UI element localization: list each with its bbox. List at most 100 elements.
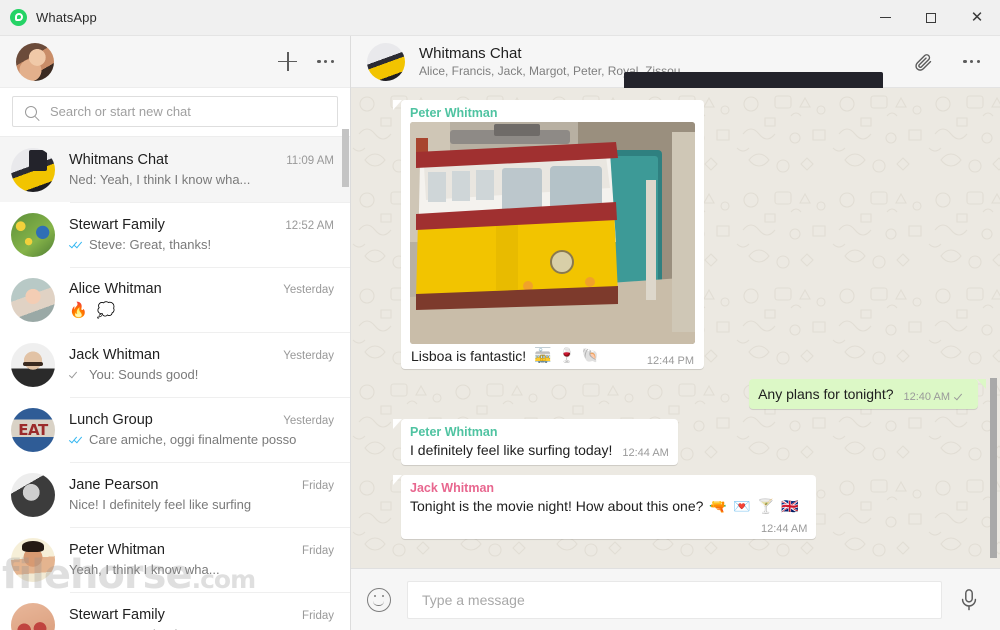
chat-list-item-body: Stewart FamilyFridaySteve: Great, thanks… [69, 607, 338, 630]
maximize-button[interactable] [908, 0, 954, 36]
message-scrollbar[interactable] [990, 88, 997, 568]
chat-timestamp: Yesterday [283, 415, 334, 427]
chat-list-item-body: Jack Whitman Yesterday You: Sounds good! [68, 347, 338, 382]
chat-preview: Steve: Great, thanks! [89, 237, 212, 252]
chat-preview: Care amiche, oggi finalmente posso [89, 432, 297, 447]
chat-preview: Yeah, I think I know wha... [69, 562, 220, 577]
chat-list-item[interactable]: Stewart Family 12:52 AM Steve: Great, than… [0, 202, 350, 267]
chat-name: Jane Pearson [69, 477, 159, 493]
message-caption-emoji: 🚋 🍷 🐚 [534, 348, 601, 364]
ellipsis-icon[interactable] [963, 54, 980, 69]
composer: Type a message [351, 568, 1000, 630]
chat-timestamp: Friday [302, 545, 334, 557]
chat-list-item-top: Lunch Group Yesterday [69, 412, 334, 428]
avatar [11, 342, 55, 387]
app-title: WhatsApp [36, 10, 97, 25]
chat-timestamp: 11:09 AM [286, 155, 334, 167]
avatar [11, 277, 55, 322]
sidebar-scrollbar-thumb[interactable] [342, 129, 349, 187]
chat-list-item[interactable]: Whitmans Chat 11:09 AM Ned: Yeah, I think … [0, 137, 350, 202]
chat-list-item[interactable]: Lunch Group Yesterday Care amiche, oggi fi… [0, 397, 350, 462]
message-row: Any plans for tonight? 12:40 AM [401, 379, 986, 409]
chat-name: Jack Whitman [69, 347, 161, 363]
chat-name: Lunch Group [69, 412, 153, 428]
message-text-content: Tonight is the movie night! How about th… [410, 497, 704, 514]
chat-list-item[interactable]: Jane Pearson Friday Nice! I definitely fee… [0, 462, 350, 527]
minimize-icon [879, 17, 891, 18]
ellipsis-icon[interactable] [317, 54, 334, 69]
avatar [11, 472, 55, 517]
chat-list-item-body: Lunch Group Yesterday Care amiche, oggi fi… [68, 412, 338, 447]
chat-list-item-top: Peter Whitman Friday [69, 542, 334, 558]
outgoing-message-bubble[interactable]: Any plans for tonight? 12:40 AM [749, 379, 986, 409]
chat-list[interactable]: Whitmans Chat 11:09 AM Ned: Yeah, I think … [0, 137, 350, 630]
avatar[interactable] [16, 42, 54, 81]
message-caption: Lisboa is fantastic! [411, 348, 527, 364]
chat-list-item-top: Jane Pearson Friday [69, 477, 334, 493]
conversation-pane: Whitmans Chat Alice, Francis, Jack, Marg… [351, 36, 1000, 630]
minimize-button[interactable] [862, 0, 908, 36]
close-icon: ✕ [970, 8, 984, 26]
chat-preview: Ned: Yeah, I think I know wha... [69, 172, 251, 187]
message-scrollbar-thumb[interactable] [990, 378, 997, 558]
message-text-content: Any plans for tonight? [758, 386, 894, 402]
message-timestamp: 12:44 PM [646, 355, 694, 367]
search-area: Search or start new chat [0, 88, 350, 137]
plus-icon[interactable] [278, 52, 298, 71]
chat-list-item[interactable]: Jack Whitman Yesterday You: Sounds good! [0, 332, 350, 397]
message-sender-name: Jack Whitman [410, 480, 495, 495]
chat-list-item-top: Stewart Family Friday [69, 607, 334, 623]
search-icon [25, 105, 37, 118]
message-text: Any plans for tonight? 12:40 AM [758, 385, 969, 404]
message-image[interactable] [410, 122, 695, 344]
sent-receipt-icon [953, 392, 969, 402]
whatsapp-logo-icon [10, 9, 27, 26]
message-input-placeholder: Type a message [422, 591, 525, 608]
maximize-icon [926, 12, 936, 23]
avatar [11, 537, 55, 582]
sidebar-scrollbar[interactable] [342, 129, 349, 630]
chat-list-item-body: Stewart Family 12:52 AM Steve: Great, than… [68, 217, 338, 252]
avatar [11, 212, 55, 257]
message-timestamp: 12:44 AM [760, 522, 808, 535]
chat-list-item-bottom: 🔥 💭 [69, 301, 334, 319]
chat-list-item-bottom: Nice! I definitely feel like surfing [69, 497, 334, 512]
conversation-header[interactable]: Whitmans Chat Alice, Francis, Jack, Marg… [351, 36, 1000, 88]
smiley-icon[interactable] [367, 587, 391, 612]
chat-list-item-body: Whitmans Chat 11:09 AM Ned: Yeah, I think … [69, 152, 338, 187]
chat-list-item-top: Whitmans Chat 11:09 AM [69, 152, 334, 168]
message-list-inner: Peter Whitman Lisboa is fantastic! 🚋 🍷 🐚 12… [392, 100, 986, 539]
message-input[interactable]: Type a message [407, 580, 942, 619]
message-sender-name: Peter Whitman [410, 106, 498, 120]
message-row: Peter Whitman I definitely feel like surf… [393, 418, 978, 465]
chat-timestamp: Yesterday [283, 283, 334, 296]
message-emoji: 🔫 💌 🍸 🇬🇧 [709, 498, 800, 515]
search-input[interactable]: Search or start new chat [12, 96, 338, 127]
message-sender-name: Peter Whitman [410, 424, 498, 439]
incoming-message-bubble[interactable]: Jack Whitman Tonight is the movie night! … [392, 474, 817, 539]
chat-name: Stewart Family [69, 217, 165, 233]
chat-list-item-body: Peter Whitman Friday Yeah, I think I know … [69, 542, 338, 577]
search-placeholder: Search or start new chat [50, 104, 191, 119]
chat-list-item[interactable]: Alice Whitman Yesterday 🔥 💭 [0, 267, 350, 332]
sidebar-header [0, 36, 350, 88]
chat-list-item[interactable]: Peter Whitman Friday Yeah, I think I know … [0, 527, 350, 592]
chat-list-item[interactable]: Stewart FamilyFridaySteve: Great, thanks… [0, 592, 350, 630]
microphone-icon[interactable] [958, 588, 980, 612]
incoming-message-bubble[interactable]: Peter Whitman I definitely feel like surf… [393, 418, 678, 465]
sidebar-header-actions [278, 52, 334, 71]
conversation-avatar[interactable] [367, 42, 405, 81]
chat-list-item-bottom: Care amiche, oggi finalmente posso [68, 432, 334, 447]
message-meta: 12:40 AM [904, 390, 969, 405]
avatar [11, 147, 55, 192]
sidebar: Search or start new chat Whitmans Chat 11… [0, 36, 351, 630]
message-text: I definitely feel like surfing today! 12:… [410, 441, 669, 460]
chat-preview: 🔥 💭 [69, 300, 118, 319]
message-list[interactable]: Peter Whitman Lisboa is fantastic! 🚋 🍷 🐚 12… [351, 88, 1000, 568]
incoming-message-bubble[interactable]: Peter Whitman Lisboa is fantastic! 🚋 🍷 🐚 12… [393, 100, 704, 369]
window-controls: ✕ [862, 0, 1000, 36]
close-button[interactable]: ✕ [954, 0, 1000, 36]
paperclip-icon[interactable] [913, 52, 933, 72]
chat-name: Peter Whitman [69, 542, 165, 558]
chat-list-item-top: Jack Whitman Yesterday [69, 347, 334, 363]
